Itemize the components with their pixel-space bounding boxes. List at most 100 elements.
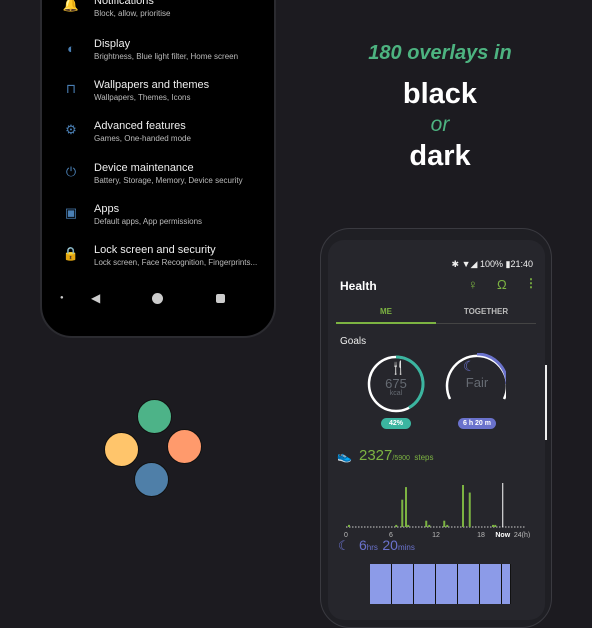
axis-label: 18 bbox=[477, 532, 485, 538]
scrollbar[interactable] bbox=[545, 365, 547, 440]
health-screen: ✱ ▼◢ 100% ▮21:40 Health ♀ Ω ⋮ ME TOGETHE… bbox=[328, 240, 547, 620]
tab-me[interactable]: ME bbox=[336, 307, 436, 316]
settings-phone: 🔔 Notifications Block, allow, prioritise ◐ D… bbox=[40, 0, 276, 338]
app-title: Health bbox=[340, 279, 377, 293]
sleep-segment bbox=[502, 564, 511, 604]
steps-unit: steps bbox=[414, 453, 434, 462]
steps-bar bbox=[395, 524, 398, 527]
tagline-line1: 180 overlays in bbox=[368, 42, 512, 64]
recents-button[interactable] bbox=[216, 294, 225, 303]
steps-bar bbox=[443, 520, 446, 527]
settings-item-subtitle: Lock screen, Face Recognition, Fingerpri… bbox=[94, 258, 258, 267]
steps-bar bbox=[446, 524, 449, 527]
steps-bar bbox=[425, 520, 428, 527]
tab-indicator bbox=[336, 322, 436, 324]
sleep-minutes: 20 bbox=[382, 537, 398, 553]
profile-icon[interactable]: Ω bbox=[497, 277, 507, 292]
sleep-duration-badge: 6 h 20 m bbox=[458, 418, 496, 429]
sleep-segment bbox=[370, 564, 392, 604]
steps-bar bbox=[468, 492, 471, 527]
shoe-icon: 👟 bbox=[337, 449, 352, 463]
settings-item-subtitle: Wallpapers, Themes, Icons bbox=[94, 93, 191, 102]
steps-bar bbox=[401, 499, 404, 527]
gear-icon: ⚙ bbox=[65, 122, 77, 137]
sleep-segment bbox=[436, 564, 458, 604]
brightness-icon: ◐ bbox=[67, 40, 75, 56]
back-button[interactable]: ◀ bbox=[91, 291, 100, 305]
tagline-or: or bbox=[430, 113, 450, 136]
bluetooth-icon: ✱ bbox=[451, 259, 460, 269]
steps-count: 2327 bbox=[359, 447, 393, 464]
sleep-summary: 6hrs 20mins bbox=[359, 537, 415, 555]
steps-bar bbox=[405, 487, 407, 527]
fork-knife-icon: 🍴 bbox=[390, 360, 407, 375]
settings-item-subtitle: Default apps, App permissions bbox=[94, 217, 203, 226]
tagline-dark: dark bbox=[409, 140, 471, 172]
steps-chart: 0 6 12 18 Now 24(h) bbox=[344, 483, 530, 538]
bell-icon: 🔔 bbox=[62, 0, 80, 12]
settings-item[interactable]: ⚙ Advanced features Games, One-handed mode bbox=[65, 120, 294, 144]
steps-summary: 2327/5900 steps bbox=[359, 447, 433, 465]
sleep-segment bbox=[458, 564, 480, 604]
settings-item[interactable]: ▣ Apps Default apps, App permissions bbox=[65, 203, 294, 227]
wifi-icon: ▼◢ bbox=[461, 259, 478, 269]
settings-item-title: Lock screen and security bbox=[94, 244, 216, 256]
settings-item-title: Apps bbox=[94, 203, 120, 215]
axis-label: 12 bbox=[432, 532, 440, 538]
sleep-hrs-label: hrs bbox=[366, 543, 378, 552]
sleep-segment bbox=[480, 564, 502, 604]
settings-item-title: Wallpapers and themes bbox=[94, 79, 210, 91]
steps-bar bbox=[407, 524, 410, 527]
goals-label: Goals bbox=[340, 336, 367, 347]
food-value: 675 bbox=[385, 376, 407, 391]
settings-item[interactable]: 🔔 Notifications Block, allow, prioritise bbox=[63, 0, 294, 19]
lightbulb-icon[interactable]: ♀ bbox=[468, 277, 478, 292]
color-dot-yellow bbox=[104, 432, 139, 467]
steps-bar bbox=[494, 524, 497, 527]
settings-item[interactable]: 🔒 Lock screen and security Lock screen, Fa… bbox=[63, 244, 294, 268]
color-dot-orange bbox=[167, 429, 202, 464]
settings-item-title: Display bbox=[94, 38, 131, 50]
settings-item-subtitle: Block, allow, prioritise bbox=[94, 9, 171, 18]
tab-together[interactable]: TOGETHER bbox=[436, 307, 536, 316]
sleep-mins-label: mins bbox=[397, 543, 415, 552]
home-button[interactable] bbox=[152, 293, 163, 304]
tagline-black: black bbox=[402, 78, 478, 110]
sleep-bars bbox=[370, 564, 511, 604]
sleep-hours: 6 bbox=[359, 537, 367, 553]
settings-item[interactable]: ⏻ Device maintenance Battery, Storage, Mem… bbox=[66, 162, 294, 186]
settings-item-title: Notifications bbox=[94, 0, 154, 7]
nav-dot[interactable]: ● bbox=[60, 295, 64, 301]
settings-item-title: Advanced features bbox=[94, 120, 186, 132]
lock-icon: 🔒 bbox=[62, 246, 80, 261]
sleep-quality: Fair bbox=[465, 375, 489, 390]
moon-icon: ☾ bbox=[463, 358, 476, 374]
battery-text: 100% bbox=[479, 259, 503, 269]
settings-item-title: Device maintenance bbox=[94, 162, 194, 174]
steps-bar bbox=[492, 524, 494, 527]
status-bar: ✱ ▼◢ 100% ▮21:40 bbox=[452, 259, 533, 270]
steps-bar bbox=[348, 524, 350, 527]
settings-item[interactable]: ⊓ Wallpapers and themes Wallpapers, Themes… bbox=[66, 79, 294, 103]
settings-item[interactable]: ◐ Display Brightness, Blue light filter, H… bbox=[67, 38, 294, 62]
paintbrush-icon: ⊓ bbox=[65, 81, 77, 96]
settings-item-subtitle: Games, One-handed mode bbox=[94, 134, 191, 143]
settings-item-subtitle: Battery, Storage, Memory, Device securit… bbox=[94, 176, 243, 185]
sleep-segment bbox=[414, 564, 436, 604]
more-icon[interactable]: ⋮ bbox=[525, 276, 537, 290]
clock: 21:40 bbox=[510, 259, 533, 269]
steps-goal: /5900 bbox=[392, 455, 410, 462]
power-icon: ⏻ bbox=[65, 164, 77, 179]
steps-bar bbox=[428, 524, 431, 527]
health-phone: ✱ ▼◢ 100% ▮21:40 Health ♀ Ω ⋮ ME TOGETHE… bbox=[320, 228, 552, 628]
axis-label: Now bbox=[495, 532, 510, 538]
android-icon: ▣ bbox=[64, 205, 78, 220]
axis-label: 24(h) bbox=[514, 532, 530, 538]
steps-bar bbox=[462, 485, 464, 527]
color-dot-blue bbox=[134, 462, 169, 497]
sleep-segment bbox=[392, 564, 414, 604]
food-percent-badge: 42% bbox=[381, 418, 411, 429]
sleep-moon-icon: ☾ bbox=[338, 538, 350, 553]
color-dot-green bbox=[137, 399, 172, 434]
settings-item-subtitle: Brightness, Blue light filter, Home scre… bbox=[94, 52, 239, 61]
